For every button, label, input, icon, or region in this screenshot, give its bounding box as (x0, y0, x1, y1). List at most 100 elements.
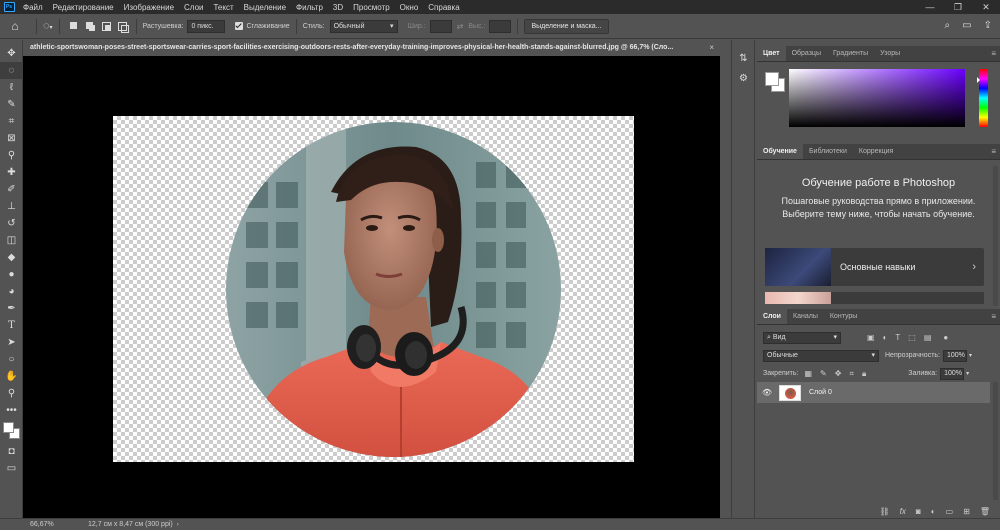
filter-adjustment-icon[interactable]: ◐ (883, 333, 888, 342)
add-mask-icon[interactable]: ◙ (916, 507, 921, 516)
filter-smart-object-icon[interactable]: ▤ (924, 333, 932, 342)
minimize-icon[interactable]: — (916, 0, 944, 14)
elliptical-marquee-tool-icon[interactable]: ◌ (0, 62, 23, 79)
close-window-icon[interactable]: ✕ (972, 0, 1000, 14)
link-layers-icon[interactable]: ⛓︎ (880, 507, 890, 516)
zoom-tool-icon[interactable]: ⚲ (0, 385, 23, 402)
feather-input[interactable]: 0 пикс. (187, 19, 226, 33)
tab-color[interactable]: Цвет (757, 46, 786, 61)
path-selection-tool-icon[interactable]: ➤ (0, 334, 23, 351)
fill-input[interactable]: 100% (940, 367, 965, 380)
more-tools-icon[interactable]: ••• (0, 402, 23, 419)
lock-artboard-icon[interactable]: ⌗ (849, 369, 854, 379)
filter-toggle-icon[interactable]: ● (943, 333, 948, 342)
history-brush-tool-icon[interactable]: ↺ (0, 215, 23, 232)
menu-select[interactable]: Выделение (239, 3, 291, 12)
color-swatches[interactable] (0, 419, 23, 443)
menu-view[interactable]: Просмотр (348, 3, 395, 12)
panel-menu-icon[interactable]: ≡ (991, 309, 996, 325)
type-tool-icon[interactable]: T (0, 317, 23, 334)
lock-position-icon[interactable]: ✥ (835, 369, 842, 378)
menu-file[interactable]: Файл (18, 3, 48, 12)
chevron-down-icon[interactable]: ▾ (966, 370, 969, 377)
panel-menu-icon[interactable]: ≡ (991, 46, 996, 62)
foreground-color[interactable] (3, 422, 14, 433)
chevron-down-icon[interactable]: ▾ (969, 352, 972, 359)
intersect-selection-icon[interactable] (116, 20, 129, 33)
workspace-icon[interactable]: ▭ (962, 20, 971, 31)
layers-scrollbar[interactable] (993, 382, 998, 500)
menu-help[interactable]: Справка (423, 3, 464, 12)
menu-image[interactable]: Изображение (119, 3, 179, 12)
dodge-tool-icon[interactable]: ◕ (0, 283, 23, 300)
tab-paths[interactable]: Контуры (824, 309, 863, 324)
blur-tool-icon[interactable]: ● (0, 266, 23, 283)
artboard-transparent[interactable] (113, 116, 634, 462)
elliptical-marquee-preset-icon[interactable]: ◌▾ (43, 20, 53, 32)
panel-foreground-color[interactable] (765, 72, 779, 86)
layer-name[interactable]: Слой 0 (809, 389, 832, 396)
style-select[interactable]: Обычный ▾ (329, 19, 398, 33)
new-selection-icon[interactable] (68, 20, 80, 32)
tab-channels[interactable]: Каналы (787, 309, 824, 324)
lock-image-icon[interactable]: ✎ (820, 369, 827, 378)
hue-marker-icon[interactable] (977, 77, 980, 83)
layer-filter-select[interactable]: ⌕ Вид ▾ (763, 331, 841, 344)
chevron-right-icon[interactable]: › (177, 522, 179, 528)
pen-tool-icon[interactable]: ✒ (0, 300, 23, 317)
crop-tool-icon[interactable]: ⌗ (0, 113, 23, 130)
learn-card-basics[interactable]: Основные навыки › (765, 248, 984, 286)
clone-stamp-tool-icon[interactable]: ⊥ (0, 198, 23, 215)
frame-tool-icon[interactable]: ⊠ (0, 130, 23, 147)
canvas-workspace[interactable] (23, 56, 720, 518)
tab-swatches[interactable]: Образцы (786, 46, 827, 61)
brush-tool-icon[interactable]: ✐ (0, 181, 23, 198)
hand-tool-icon[interactable]: ✋ (0, 368, 23, 385)
filter-type-icon[interactable]: T (895, 333, 900, 342)
properties-panel-icon[interactable]: ⚙ (732, 68, 755, 88)
menu-edit[interactable]: Редактирование (48, 3, 119, 12)
eraser-tool-icon[interactable]: ◫ (0, 232, 23, 249)
quick-mask-icon[interactable]: ◘ (0, 443, 23, 460)
antialias-checkbox[interactable]: Сглаживание (235, 22, 290, 30)
lasso-tool-icon[interactable]: ℓ (0, 79, 23, 96)
layer-style-icon[interactable]: fx (900, 507, 906, 516)
height-input[interactable] (489, 19, 512, 33)
adjustment-layer-icon[interactable]: ◐ (931, 507, 936, 516)
tab-gradients[interactable]: Градиенты (827, 46, 874, 61)
subtract-selection-icon[interactable] (100, 20, 112, 32)
share-icon[interactable]: ⇪ (984, 20, 992, 31)
lock-all-icon[interactable]: 🔒︎ (862, 369, 866, 379)
learn-card-next[interactable] (765, 292, 984, 304)
healing-brush-tool-icon[interactable]: ✚ (0, 164, 23, 181)
restore-icon[interactable]: ❐ (944, 0, 972, 14)
layer-row[interactable]: 👁︎ Слой 0 (757, 382, 990, 403)
width-input[interactable] (429, 19, 452, 33)
quick-selection-tool-icon[interactable]: ✎ (0, 96, 23, 113)
menu-3d[interactable]: 3D (328, 3, 348, 12)
tab-adjustments[interactable]: Коррекция (853, 144, 899, 159)
move-tool-icon[interactable]: ✥ (0, 45, 23, 62)
hue-slider[interactable] (979, 69, 988, 127)
learn-scrollbar[interactable] (993, 166, 998, 306)
lock-transparent-icon[interactable]: ▦ (804, 369, 812, 378)
new-group-icon[interactable]: ▭ (946, 507, 954, 516)
eyedropper-tool-icon[interactable]: ⚲ (0, 147, 23, 164)
search-icon[interactable]: ⌕ (945, 20, 951, 31)
document-info[interactable]: 12,7 см x 8,47 см (300 ppi) (88, 521, 173, 528)
opacity-input[interactable]: 100% (943, 349, 967, 362)
blend-mode-select[interactable]: Обычные ▾ (763, 349, 879, 362)
panel-menu-icon[interactable]: ≡ (991, 144, 996, 160)
swap-icon[interactable]: ⇄ (457, 22, 464, 31)
paint-bucket-tool-icon[interactable]: ◆ (0, 249, 23, 266)
select-and-mask-button[interactable]: Выделение и маска... (524, 18, 609, 34)
tab-libraries[interactable]: Библиотеки (803, 144, 853, 159)
filter-pixel-icon[interactable]: ▣ (867, 333, 875, 342)
saturation-brightness-field[interactable] (789, 69, 965, 127)
menu-type[interactable]: Текст (208, 3, 238, 12)
tab-patterns[interactable]: Узоры (874, 46, 906, 61)
menu-window[interactable]: Окно (395, 3, 424, 12)
history-panel-icon[interactable]: ⇅ (732, 48, 755, 68)
visibility-eye-icon[interactable]: 👁︎ (757, 388, 777, 397)
menu-filter[interactable]: Фильтр (291, 3, 328, 12)
